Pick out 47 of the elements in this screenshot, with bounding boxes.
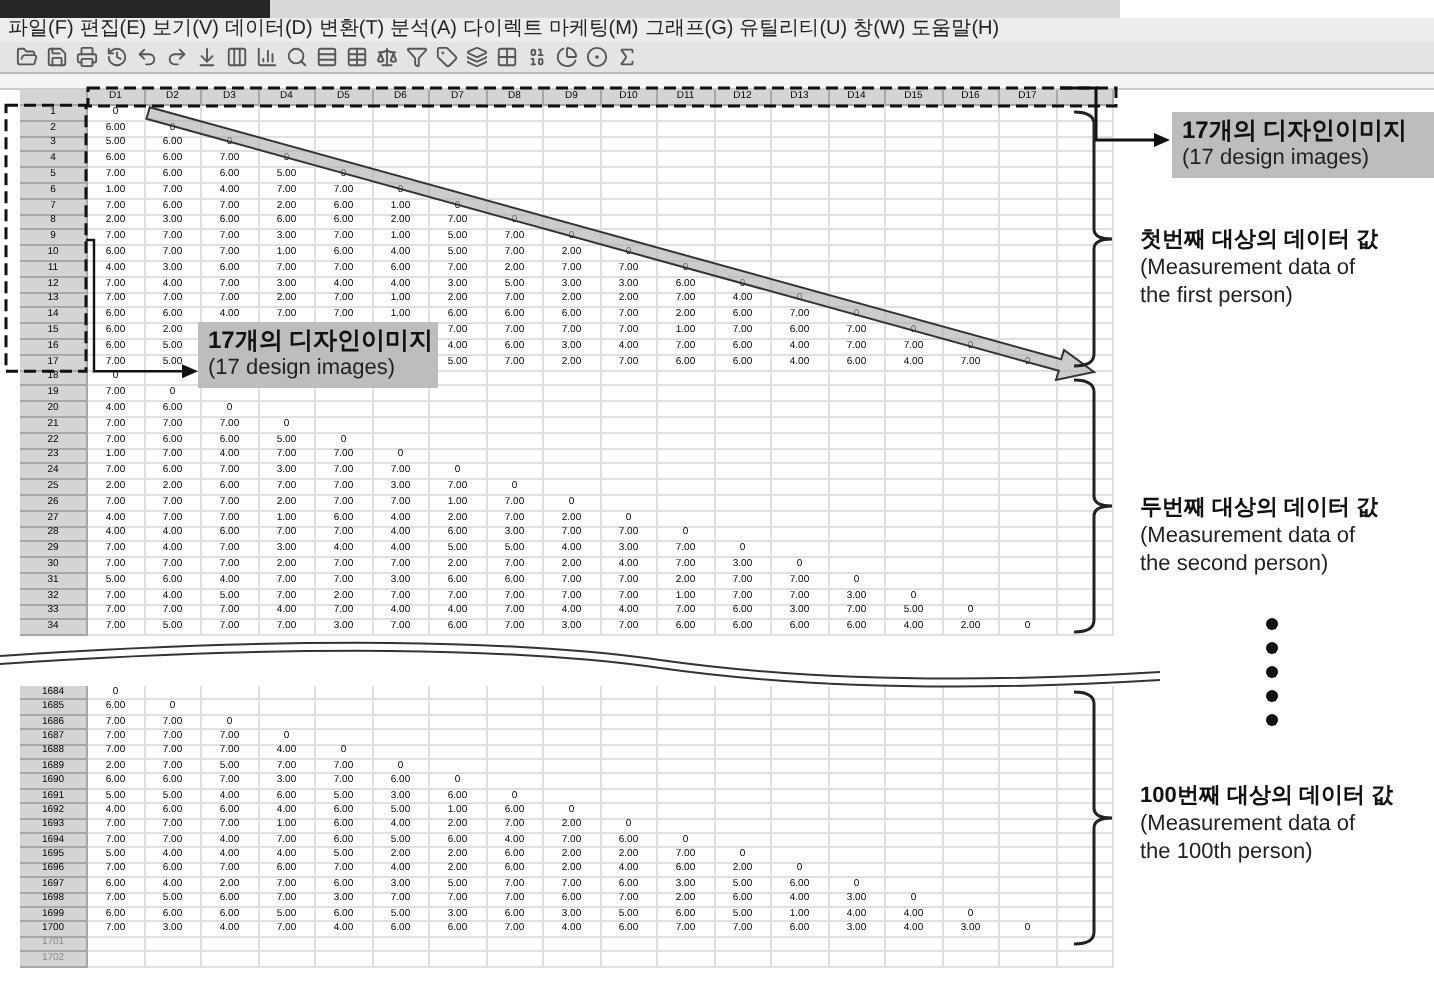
menu-item[interactable]: 파일(F): [8, 20, 74, 40]
folder-icon[interactable]: [16, 46, 38, 68]
columns-icon[interactable]: [226, 46, 248, 68]
pie-chart-icon[interactable]: [556, 46, 578, 68]
layers-icon[interactable]: [466, 46, 488, 68]
binary-icon[interactable]: [526, 46, 548, 68]
table-icon[interactable]: [346, 46, 368, 68]
arrow-down-icon[interactable]: [196, 46, 218, 68]
callout-title: 17개의 디자인이미지: [208, 326, 428, 356]
menu-item[interactable]: 데이터(D): [224, 20, 313, 40]
leader-line: [1060, 86, 1170, 147]
menu-item[interactable]: 그래프(G): [644, 20, 734, 40]
bracket-label-title: 첫번째 대상의 데이터 값: [1140, 228, 1381, 256]
rows-icon[interactable]: [316, 46, 338, 68]
bracket-label-title: 100번째 대상의 데이터 값: [1140, 784, 1396, 812]
bracket-label-subtitle: (Measurement data of the first person): [1140, 255, 1358, 311]
filter-icon[interactable]: [406, 46, 428, 68]
tag-icon[interactable]: [436, 46, 458, 68]
menu-item[interactable]: 보기(V): [152, 20, 219, 40]
redo-icon[interactable]: [166, 46, 188, 68]
circle-icon[interactable]: [586, 46, 608, 68]
sigma-icon[interactable]: [616, 46, 638, 68]
menu-item[interactable]: 편집(E): [79, 20, 147, 40]
cell-editor-field[interactable]: [0, 74, 1434, 90]
scale-icon[interactable]: [376, 46, 398, 68]
bracket-label-subtitle: (Measurement data of the second person): [1140, 523, 1358, 579]
save-icon[interactable]: [46, 46, 68, 68]
search-icon[interactable]: [286, 46, 308, 68]
bracket-label-subtitle: (Measurement data of the 100th person): [1140, 811, 1358, 867]
bar-chart-icon[interactable]: [256, 46, 278, 68]
callout-subtitle: (17 design images): [1182, 146, 1372, 174]
menu-item[interactable]: 유틸리티(U): [739, 20, 848, 40]
leader-line: [86, 238, 198, 379]
ellipsis-drawing: [1266, 618, 1278, 726]
undo-icon[interactable]: [136, 46, 158, 68]
bracket-label-title: 두번째 대상의 데이터 값: [1140, 496, 1381, 524]
menu-item[interactable]: 분석(A): [390, 20, 457, 40]
printer-icon[interactable]: [76, 46, 98, 68]
menu-item[interactable]: 창(W): [853, 20, 906, 40]
grid-icon[interactable]: [496, 46, 518, 68]
menu-item[interactable]: 도움말(H): [911, 20, 1000, 40]
callout-title: 17개의 디자인이미지: [1182, 116, 1410, 146]
corner-cell: [20, 90, 88, 106]
history-icon[interactable]: [106, 46, 128, 68]
menu-item[interactable]: 변환(T): [318, 20, 385, 40]
menu-item[interactable]: 다이렉트 마케팅(M): [462, 20, 639, 40]
callout-subtitle: (17 design images): [208, 356, 398, 384]
